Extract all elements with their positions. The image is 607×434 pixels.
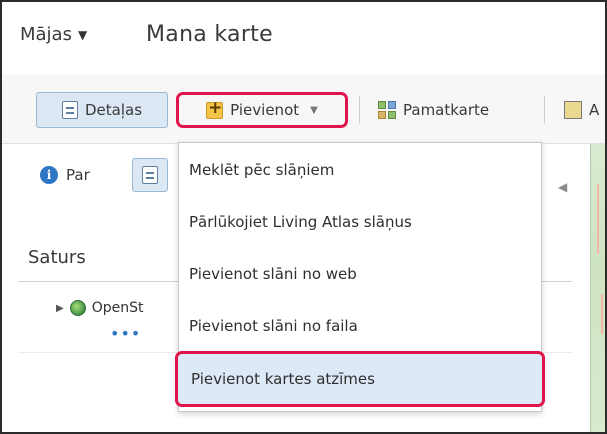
add-dropdown-menu: Meklēt pēc slāņiem Pārlūkojiet Living At… [175,142,545,412]
info-icon: i [40,166,58,184]
document-icon [142,166,158,184]
analysis-button[interactable]: A [556,92,605,128]
menu-item-search-layers[interactable]: Meklēt pēc slāņiem [179,143,541,197]
menu-item-label: Pievienot kartes atzīmes [191,370,375,388]
toolbar: Detaļas Pievienot ▼ Pamatkarte A [2,74,605,144]
menu-item-label: Pievienot slāni no faila [189,317,358,335]
menu-item-label: Pārlūkojiet Living Atlas slāņus [189,213,412,231]
document-icon [61,101,78,119]
menu-item-label: Pievienot slāni no web [189,265,357,283]
tab-about[interactable]: i Par [40,166,90,184]
menu-item-browse-living-atlas[interactable]: Pārlūkojiet Living Atlas slāņus [179,195,541,249]
add-plus-icon [206,98,224,119]
toolbar-divider [544,96,545,124]
about-label: Par [66,166,90,184]
basemap-grid-icon [378,101,396,119]
content-section-title: Saturs [28,247,86,268]
menu-item-label: Meklēt pēc slāņiem [189,161,335,179]
menu-item-add-map-notes[interactable]: Pievienot kartes atzīmes [175,351,545,407]
details-button[interactable]: Detaļas [36,92,168,128]
map-view[interactable] [590,144,605,432]
chevron-down-icon: ▼ [310,104,318,116]
add-button[interactable]: Pievienot ▼ [176,92,348,128]
app-window: Mājas ▼ Mana karte Detaļas Pievienot ▼ P… [0,0,607,434]
map-title: Mana karte [146,22,273,47]
add-label: Pievienot [230,101,300,119]
layer-item[interactable]: ▶ OpenSt [56,300,143,316]
home-menu[interactable]: Mājas ▼ [20,24,87,45]
basemap-label: Pamatkarte [403,101,490,119]
collapse-panel-icon[interactable]: ◀ [558,180,567,194]
caret-down-icon: ▼ [77,27,88,42]
layer-more-options[interactable]: ••• [110,324,141,343]
home-label: Mājas [20,24,72,45]
menu-item-add-layer-from-file[interactable]: Pievienot slāni no faila [179,299,541,353]
layer-name: OpenSt [91,300,144,316]
map-road [601,294,603,334]
menu-item-add-layer-from-web[interactable]: Pievienot slāni no web [179,247,541,301]
map-road [597,184,599,254]
details-label: Detaļas [84,101,143,119]
expand-triangle-icon[interactable]: ▶ [56,303,64,314]
tab-content[interactable] [132,158,168,192]
app-header: Mājas ▼ Mana karte [2,2,605,74]
analysis-icon [564,101,582,119]
toolbar-divider [359,96,360,124]
analysis-label: A [589,101,600,119]
globe-icon [69,300,86,316]
basemap-button[interactable]: Pamatkarte [370,92,536,128]
